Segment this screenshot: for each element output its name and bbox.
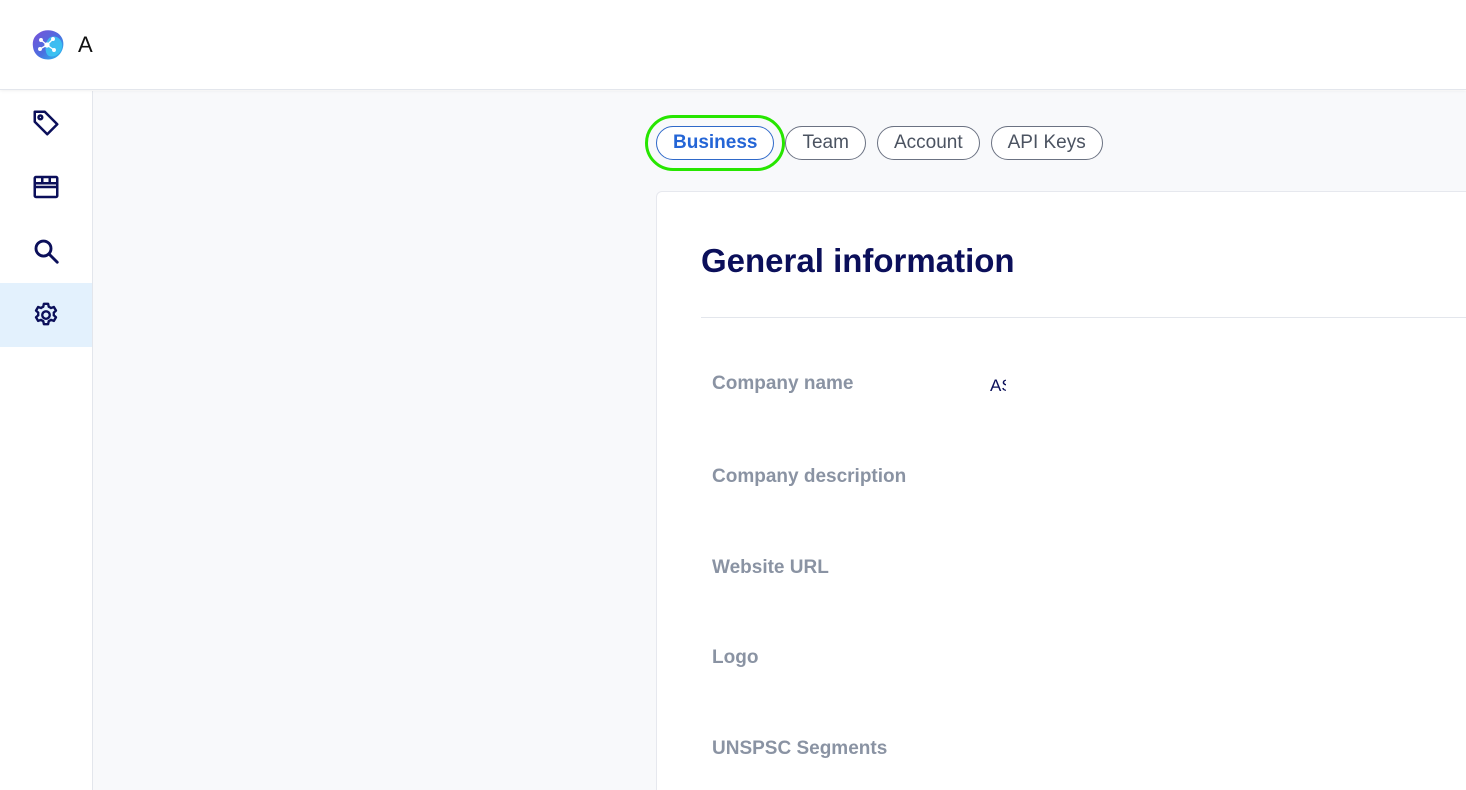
website-url-label: Website URL bbox=[712, 557, 829, 578]
settings-tabs: Business Team Account API Keys bbox=[644, 115, 1103, 171]
company-description-label: Company description bbox=[712, 466, 907, 487]
sidebar-item-store[interactable] bbox=[0, 155, 92, 219]
sidebar-item-search[interactable] bbox=[0, 219, 92, 283]
top-bar: A bbox=[0, 0, 1466, 90]
sidebar-item-settings[interactable] bbox=[0, 283, 92, 347]
app-title: A bbox=[78, 31, 93, 57]
divider bbox=[701, 317, 1466, 318]
search-icon bbox=[34, 239, 59, 264]
sidebar bbox=[0, 91, 93, 790]
sidebar-item-tag[interactable] bbox=[0, 91, 92, 155]
tag-icon bbox=[33, 110, 59, 136]
tab-api-keys[interactable]: API Keys bbox=[990, 126, 1103, 160]
tab-account[interactable]: Account bbox=[876, 126, 980, 160]
gear-icon bbox=[34, 302, 58, 326]
tab-business[interactable]: Business bbox=[644, 115, 786, 171]
company-name-label: Company name bbox=[712, 373, 854, 394]
app-logo-icon[interactable] bbox=[30, 27, 66, 63]
unspsc-segments-label: UNSPSC Segments bbox=[712, 738, 888, 759]
company-name-value: AS bbox=[990, 376, 1006, 395]
main-content: Business Team Account API Keys General i… bbox=[93, 91, 1466, 790]
section-title: General information bbox=[701, 242, 1015, 279]
logo-label: Logo bbox=[712, 647, 759, 668]
tab-team[interactable]: Team bbox=[785, 126, 866, 160]
store-icon bbox=[33, 175, 59, 199]
general-information-card: General information Company name AS Comp… bbox=[656, 191, 1466, 790]
